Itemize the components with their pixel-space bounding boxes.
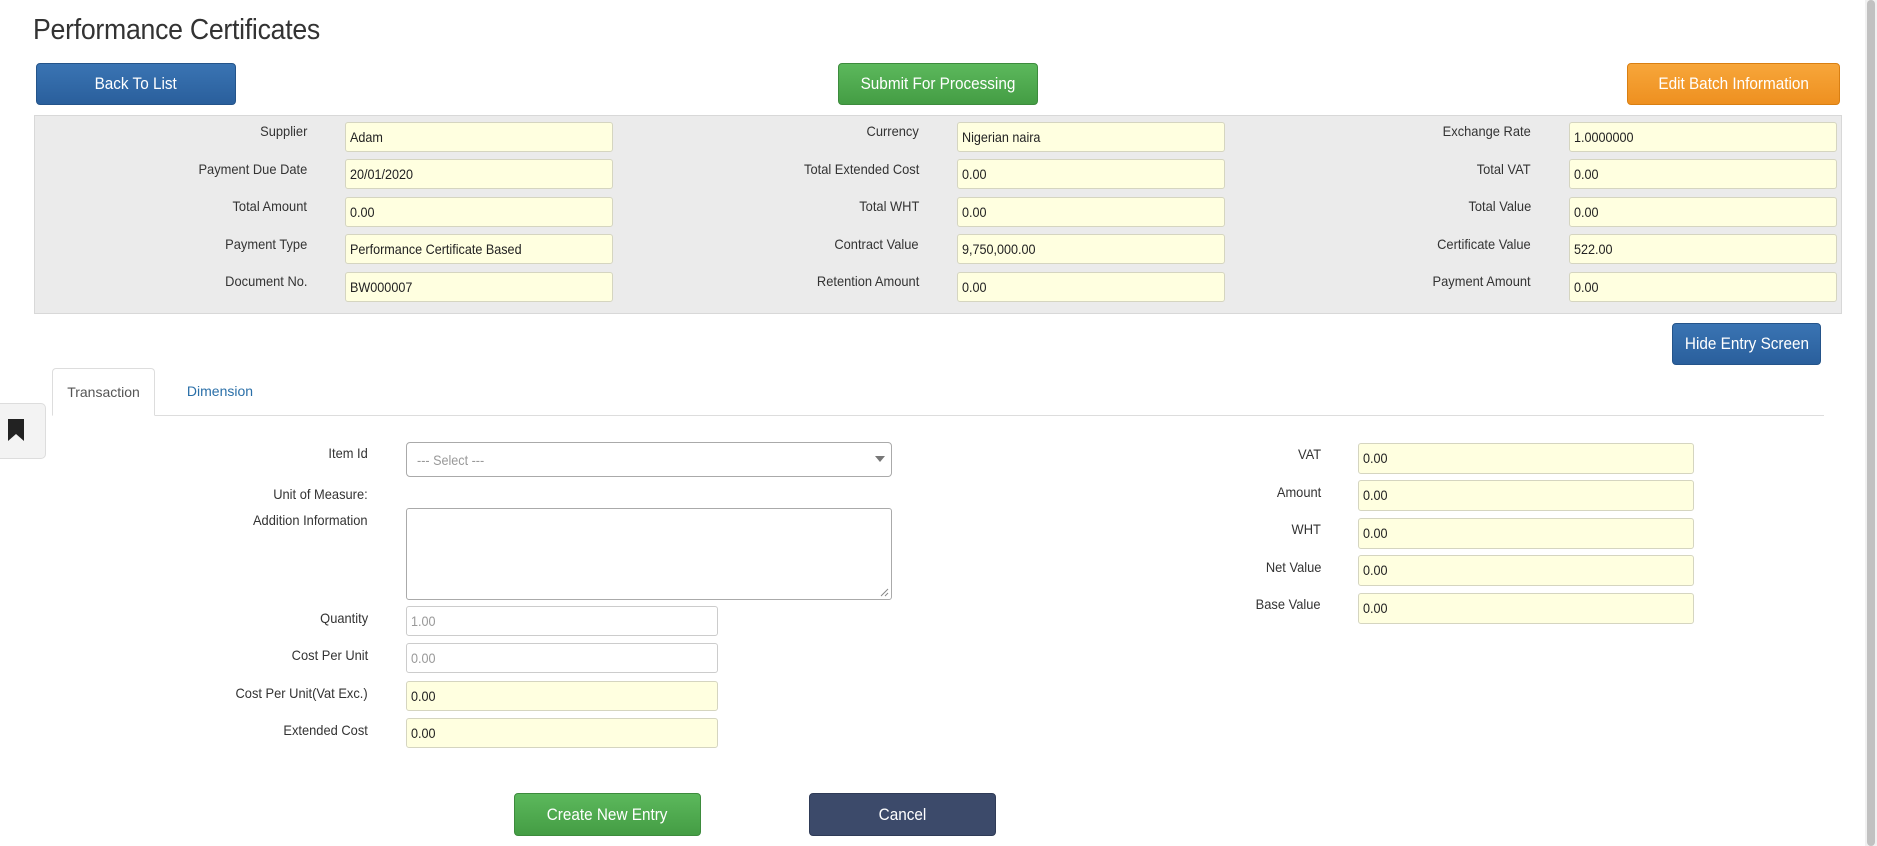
currency-label: Currency <box>866 123 919 139</box>
document-no-field[interactable]: BW000007 <box>345 272 613 302</box>
payment-due-date-field[interactable]: 20/01/2020 <box>345 159 613 189</box>
cost-per-unit-vat-exc-label: Cost Per Unit(Vat Exc.) <box>235 685 368 701</box>
item-id-select[interactable]: --- Select --- <box>406 442 892 477</box>
net-value-field[interactable]: 0.00 <box>1358 555 1694 586</box>
retention-amount-label: Retention Amount <box>816 273 919 289</box>
supplier-field[interactable]: Adam <box>345 122 613 152</box>
document-no-label: Document No. <box>224 273 307 289</box>
edit-batch-information-button[interactable]: Edit Batch Information <box>1627 63 1840 105</box>
amount-field[interactable]: 0.00 <box>1358 480 1694 511</box>
exchange-rate-label: Exchange Rate <box>1442 123 1531 139</box>
item-id-label: Item Id <box>328 445 368 461</box>
back-to-list-button[interactable]: Back To List <box>36 63 236 105</box>
tab-transaction[interactable]: Transaction <box>52 368 155 416</box>
create-new-entry-button[interactable]: Create New Entry <box>514 793 701 836</box>
quantity-input[interactable]: 1.00 <box>406 606 718 636</box>
total-vat-label: Total VAT <box>1477 161 1531 177</box>
supplier-label: Supplier <box>259 123 307 139</box>
certificate-value-field[interactable]: 522.00 <box>1569 234 1837 264</box>
exchange-rate-field[interactable]: 1.0000000 <box>1569 122 1837 152</box>
wht-label: WHT <box>1291 521 1321 537</box>
bookmark-icon <box>8 419 24 441</box>
addition-information-label: Addition Information <box>253 512 368 528</box>
wht-field[interactable]: 0.00 <box>1358 518 1694 549</box>
cost-per-unit-vat-exc-field[interactable]: 0.00 <box>406 681 718 711</box>
unit-of-measure-label: Unit of Measure: <box>273 486 368 502</box>
payment-amount-label: Payment Amount <box>1432 273 1531 289</box>
extended-cost-field[interactable]: 0.00 <box>406 718 718 748</box>
page-title: Performance Certificates <box>33 14 320 46</box>
base-value-field[interactable]: 0.00 <box>1358 593 1694 624</box>
vat-label: VAT <box>1297 446 1321 462</box>
total-extended-cost-label: Total Extended Cost <box>803 161 919 177</box>
currency-field[interactable]: Nigerian naira <box>957 122 1225 152</box>
base-value-label: Base Value <box>1256 596 1321 612</box>
amount-label: Amount <box>1276 484 1321 500</box>
chevron-down-icon <box>875 456 885 462</box>
addition-information-textarea[interactable] <box>406 508 892 600</box>
quantity-label: Quantity <box>320 610 368 626</box>
tab-dimension[interactable]: Dimension <box>170 368 270 414</box>
payment-amount-field[interactable]: 0.00 <box>1569 272 1837 302</box>
cost-per-unit-label: Cost Per Unit <box>291 647 368 663</box>
vertical-scrollbar[interactable] <box>1865 0 1877 846</box>
total-vat-field[interactable]: 0.00 <box>1569 159 1837 189</box>
side-bookmark-tab[interactable] <box>0 403 46 459</box>
net-value-label: Net Value <box>1265 559 1321 575</box>
payment-type-field[interactable]: Performance Certificate Based <box>345 234 613 264</box>
resize-handle-icon[interactable] <box>879 587 889 597</box>
total-extended-cost-field[interactable]: 0.00 <box>957 159 1225 189</box>
total-amount-field[interactable]: 0.00 <box>345 197 613 227</box>
cancel-button[interactable]: Cancel <box>809 793 996 836</box>
retention-amount-field[interactable]: 0.00 <box>957 272 1225 302</box>
contract-value-field[interactable]: 9,750,000.00 <box>957 234 1225 264</box>
contract-value-label: Contract Value <box>834 236 919 252</box>
submit-for-processing-button[interactable]: Submit For Processing <box>838 63 1038 105</box>
total-value-label: Total Value <box>1468 198 1531 214</box>
tabs-divider <box>52 415 1824 416</box>
payment-due-date-label: Payment Due Date <box>198 161 307 177</box>
vat-field[interactable]: 0.00 <box>1358 443 1694 474</box>
certificate-value-label: Certificate Value <box>1437 236 1531 252</box>
total-amount-label: Total Amount <box>232 198 307 214</box>
total-value-field[interactable]: 0.00 <box>1569 197 1837 227</box>
scrollbar-thumb[interactable] <box>1867 0 1875 846</box>
total-wht-label: Total WHT <box>858 198 919 214</box>
extended-cost-label: Extended Cost <box>283 722 368 738</box>
payment-type-label: Payment Type <box>224 236 307 252</box>
total-wht-field[interactable]: 0.00 <box>957 197 1225 227</box>
hide-entry-screen-button[interactable]: Hide Entry Screen <box>1672 323 1821 365</box>
cost-per-unit-input[interactable]: 0.00 <box>406 643 718 673</box>
